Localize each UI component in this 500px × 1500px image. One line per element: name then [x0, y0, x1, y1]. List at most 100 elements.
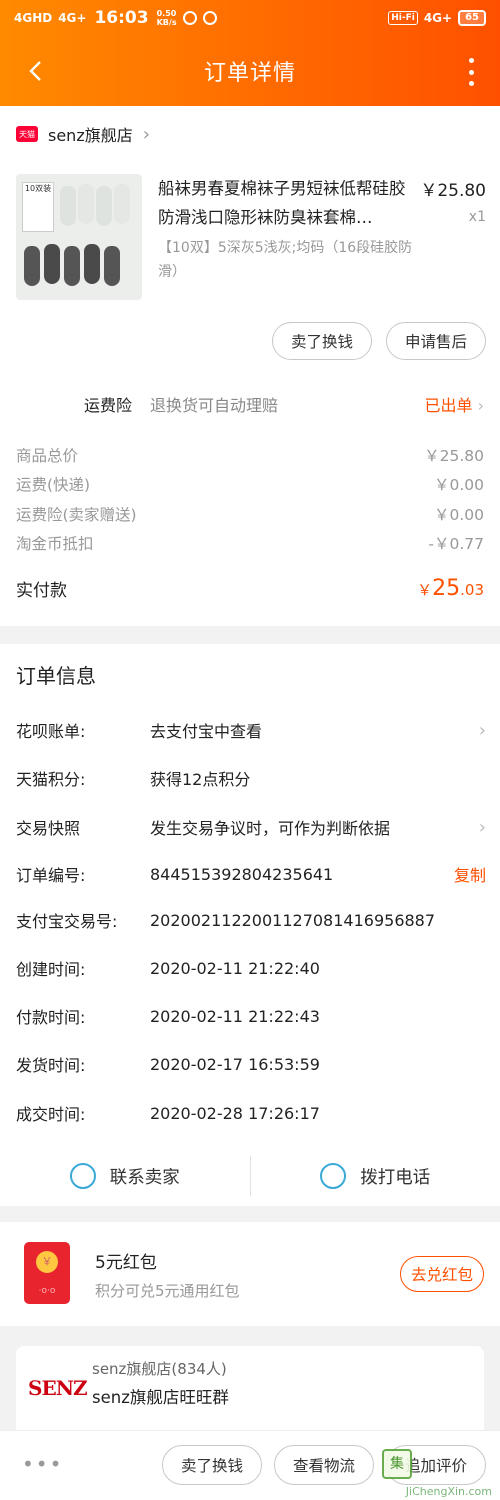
completed-time-row: 成交时间: 2020-02-28 17:26:17	[16, 1096, 486, 1130]
after-sale-button[interactable]: 申请售后	[385, 322, 486, 360]
chevron-left-icon	[29, 61, 41, 81]
back-button[interactable]	[22, 56, 52, 86]
cost-value: ￥25.80	[424, 446, 484, 465]
watermark-text: JiChengXin.com	[405, 1485, 492, 1498]
senz-logo: SENZ	[28, 1376, 88, 1400]
total-decimal: .03	[460, 581, 484, 599]
contact-bar: 联系卖家 拨打电话	[0, 1150, 500, 1202]
status-time: 16:03	[94, 8, 149, 28]
shop-name: senz旗舰店	[48, 126, 133, 145]
insurance-status: 已出单 ›	[424, 392, 484, 416]
paid-time-row: 付款时间: 2020-02-11 21:22:43	[16, 999, 486, 1033]
info-key: 天猫积分:	[16, 770, 86, 789]
sock-dark	[24, 246, 40, 286]
sock-light	[78, 184, 94, 224]
info-value: 去支付宝中查看	[150, 722, 263, 741]
product-quantity: x1	[468, 209, 486, 225]
info-value: 2020021122001127081416956887	[150, 910, 436, 930]
info-key: 创建时间:	[16, 960, 86, 979]
network-speed-value: 0.50	[156, 9, 177, 18]
status-bar: 4GHD 4G+ 16:03 0.50 KB/s Hi-Fi 4G+ 65	[0, 0, 500, 36]
red-packet-title: 5元红包	[95, 1253, 157, 1273]
total-label: 实付款	[16, 581, 67, 601]
shipping-insurance-row[interactable]: 运费险 退换货可自动理赔 已出单 ›	[0, 379, 500, 429]
cost-breakdown: 商品总价 ￥25.80 运费(快递) ￥0.00 运费险(卖家赠送) ￥0.00 淘金…	[16, 440, 484, 558]
snapshot-row[interactable]: 交易快照 发生交易争议时，可作为判断依据 ›	[16, 810, 486, 844]
tmall-badge: 天猫	[16, 126, 38, 142]
header: 4GHD 4G+ 16:03 0.50 KB/s Hi-Fi 4G+ 65 订单…	[0, 0, 500, 106]
info-key: 付款时间:	[16, 1008, 86, 1027]
info-value: 2020-02-11 21:22:40	[150, 958, 320, 978]
sell-for-cash-button[interactable]: 卖了换钱	[161, 1445, 262, 1485]
signal-indicator-2: 4G+	[58, 11, 87, 25]
total-amount: ￥25.03	[417, 576, 484, 601]
red-packet-dots: ·o·o	[38, 1286, 56, 1296]
sock-dark	[104, 246, 120, 286]
insurance-desc: 退换货可自动理赔	[150, 396, 279, 415]
more-dot-icon	[468, 58, 474, 63]
sock-light	[96, 186, 112, 226]
shipped-time-row: 发货时间: 2020-02-17 16:53:59	[16, 1047, 486, 1081]
more-dot-icon	[468, 81, 474, 86]
red-packet-icon: ￥ ·o·o	[24, 1242, 70, 1304]
phone-icon	[320, 1163, 347, 1189]
product-title: 船袜男春夏棉袜子男短袜低帮硅胶防滑浅口隐形袜防臭袜套棉…	[158, 179, 406, 227]
chevron-right-icon: ›	[477, 396, 484, 415]
view-logistics-button[interactable]: 查看物流	[273, 1445, 374, 1485]
huabei-bill-row[interactable]: 花呗账单: 去支付宝中查看 ›	[16, 713, 486, 747]
info-key: 订单编号:	[16, 866, 86, 885]
tmall-points-row: 天猫积分: 获得12点积分	[16, 761, 486, 795]
cost-line: 运费险(卖家赠送) ￥0.00	[16, 499, 484, 529]
info-key: 成交时间:	[16, 1105, 86, 1124]
cost-label: 淘金币抵扣	[16, 535, 94, 554]
total-currency: ￥	[417, 581, 433, 599]
created-time-row: 创建时间: 2020-02-11 21:22:40	[16, 951, 486, 985]
insurance-label: 运费险	[84, 396, 133, 415]
cost-value: ￥0.00	[433, 476, 484, 495]
network-speed-unit: KB/s	[156, 18, 177, 27]
more-options-button[interactable]	[466, 58, 476, 86]
alipay-trade-row: 支付宝交易号: 2020021122001127081416956887	[16, 903, 486, 937]
cost-line: 运费(快递) ￥0.00	[16, 470, 484, 500]
info-key: 交易快照	[16, 819, 81, 838]
contact-seller-label: 联系卖家	[109, 1167, 180, 1188]
seller-group-card[interactable]: SENZ senz旗舰店(834人) senz旗舰店旺旺群	[16, 1346, 484, 1436]
signal-indicator: 4GHD	[14, 11, 53, 25]
package-box: 10双装	[22, 182, 54, 232]
more-dot-icon	[468, 69, 474, 75]
product-sku: 【10双】5深灰5浅灰;均码（16段硅胶防滑）	[158, 240, 413, 280]
info-value: 2020-02-28 17:26:17	[150, 1103, 320, 1123]
redeem-red-packet-button[interactable]: 去兑红包	[399, 1256, 484, 1292]
cost-value: -￥0.77	[428, 535, 484, 554]
navigation-bar: 订单详情	[0, 36, 500, 106]
sock-dark	[64, 246, 80, 286]
network-speed: 0.50 KB/s	[157, 9, 177, 27]
sock-dark	[44, 244, 60, 284]
sock-light	[114, 184, 130, 224]
order-number: 844515392804235641	[150, 864, 334, 884]
sell-for-cash-button[interactable]: 卖了换钱	[271, 322, 372, 360]
chevron-right-icon: ›	[478, 719, 486, 741]
product-actions: 卖了换钱 申请售后	[271, 322, 486, 360]
copy-button[interactable]: 复制	[454, 862, 486, 886]
signal-right: 4G+	[423, 11, 453, 25]
shop-row[interactable]: 天猫 senz旗舰店 ›	[0, 106, 500, 162]
chat-face-icon	[69, 1163, 96, 1189]
call-phone-button[interactable]: 拨打电话	[251, 1150, 500, 1202]
sock-dark	[84, 244, 100, 284]
order-info-title: 订单信息	[16, 664, 96, 688]
cost-value: ￥0.00	[433, 505, 484, 524]
chevron-right-icon: ›	[478, 816, 486, 838]
group-member-count: senz旗舰店(834人)	[92, 1360, 227, 1378]
info-value: 2020-02-11 21:22:43	[150, 1006, 320, 1026]
call-phone-label: 拨打电话	[360, 1167, 431, 1188]
chevron-right-icon: ›	[142, 123, 150, 145]
contact-seller-button[interactable]: 联系卖家	[0, 1150, 250, 1202]
info-key: 花呗账单:	[16, 722, 86, 741]
order-card: 天猫 senz旗舰店 › 10双装 船袜男春夏棉袜子男短袜低帮硅胶防滑浅口隐形袜…	[0, 106, 500, 626]
total-integer: 25	[432, 576, 461, 601]
cost-label: 商品总价	[16, 446, 79, 465]
watermark-logo-icon: 集	[382, 1449, 412, 1479]
cost-label: 运费险(卖家赠送)	[16, 505, 137, 524]
more-icon[interactable]: •••	[22, 1454, 63, 1474]
